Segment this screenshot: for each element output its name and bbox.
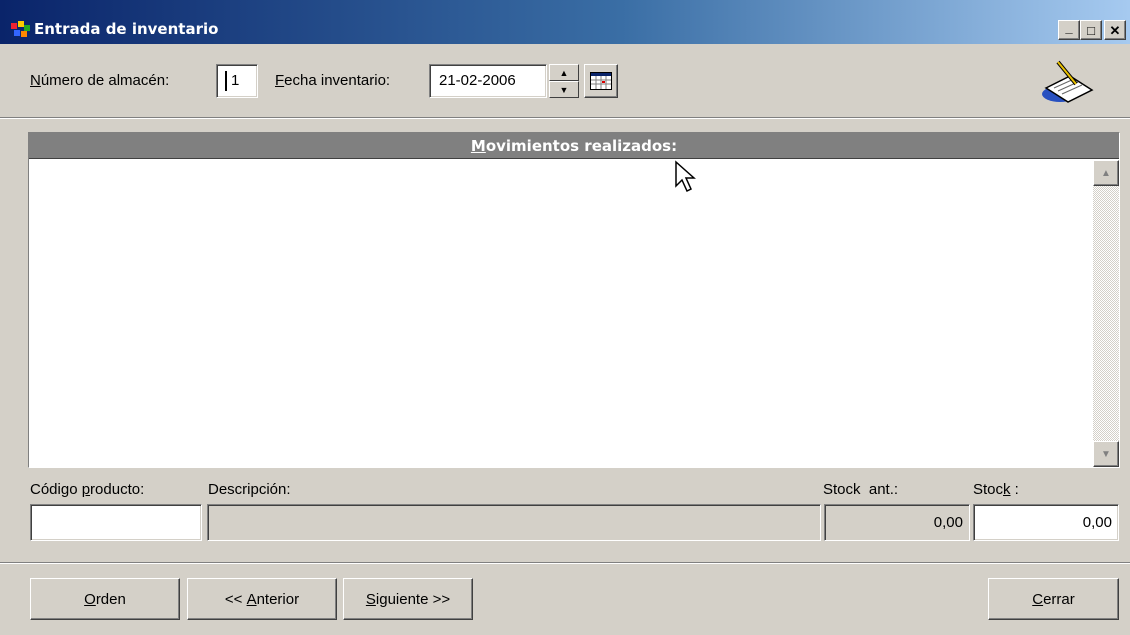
notepad-pen-icon — [1042, 60, 1094, 103]
previous-label-a: << — [224, 590, 247, 608]
stock-value: 0,00 — [1082, 514, 1112, 531]
stock-previous-field: 0,00 — [824, 504, 970, 541]
product-code-label-accel: p — [81, 481, 91, 498]
close-accel: C — [1032, 590, 1044, 608]
order-label: rden — [95, 590, 126, 608]
warehouse-label-accel: N — [30, 72, 41, 89]
stock-label-a: Stoc — [973, 481, 1004, 498]
calendar-icon — [590, 72, 612, 90]
inventory-date-label: Fecha inventario: — [275, 72, 390, 89]
warehouse-number-input[interactable]: 1 — [216, 64, 258, 98]
maximize-icon: □ — [1087, 22, 1095, 38]
product-code-label: Código producto: — [30, 481, 144, 498]
window-title: Entrada de inventario — [34, 20, 219, 38]
order-accel: O — [84, 590, 96, 608]
description-label: Descripción: — [208, 481, 291, 498]
next-accel: S — [365, 590, 376, 608]
close-window-button[interactable]: ✕ — [1104, 20, 1126, 40]
maximize-button[interactable]: □ — [1080, 20, 1102, 40]
spin-up-icon[interactable]: ▲ — [549, 64, 579, 81]
next-label: iguiente >> — [375, 590, 451, 608]
movements-list[interactable]: Movimientos realizados: ▲ ▼ — [28, 132, 1120, 468]
stock-label-accel: k — [1003, 481, 1011, 498]
header-separator — [0, 117, 1130, 119]
scroll-up-icon[interactable]: ▲ — [1093, 160, 1119, 186]
close-button[interactable]: Cerrar — [988, 578, 1119, 620]
movements-header-text: ovimientos realizados: — [485, 137, 678, 155]
app-icon — [11, 21, 30, 37]
product-code-input[interactable] — [30, 504, 202, 541]
spin-down-icon[interactable]: ▼ — [549, 81, 579, 98]
close-label: errar — [1043, 590, 1075, 608]
inventory-date-value: 21-02-2006 — [439, 72, 516, 89]
description-field — [207, 504, 821, 541]
stock-label: Stock : — [973, 481, 1019, 498]
minimize-icon: _ — [1065, 19, 1073, 35]
product-code-label-b: roducto: — [90, 481, 145, 498]
warehouse-number-value: 1 — [231, 72, 240, 89]
window-controls: _ □ ✕ — [1056, 20, 1126, 40]
previous-button[interactable]: << Anterior — [187, 578, 337, 620]
product-code-label-a: Código — [30, 481, 82, 498]
warehouse-label-text: úmero de almacén: — [40, 72, 170, 89]
minimize-button[interactable]: _ — [1058, 20, 1080, 40]
inventory-date-input[interactable]: 21-02-2006 — [429, 64, 547, 98]
previous-label-b: nterior — [256, 590, 300, 608]
order-button[interactable]: Orden — [30, 578, 180, 620]
stock-previous-value: 0,00 — [933, 514, 963, 531]
stock-label-b: : — [1010, 481, 1019, 498]
movements-header: Movimientos realizados: — [29, 133, 1119, 159]
title-bar: Entrada de inventario _ □ ✕ — [0, 0, 1130, 44]
previous-accel: A — [246, 590, 257, 608]
stock-previous-label: Stock ant.: — [823, 481, 899, 498]
date-label-text: echa inventario: — [284, 72, 391, 89]
text-caret — [225, 71, 227, 91]
scroll-down-icon[interactable]: ▼ — [1093, 441, 1119, 467]
date-spinner[interactable]: ▲ ▼ — [549, 64, 579, 98]
vertical-scrollbar[interactable]: ▲ ▼ — [1093, 160, 1119, 467]
movements-header-accel: M — [470, 137, 486, 155]
stock-input[interactable]: 0,00 — [973, 504, 1119, 541]
next-button[interactable]: Siguiente >> — [343, 578, 473, 620]
close-icon: ✕ — [1109, 22, 1121, 38]
mouse-cursor-icon — [675, 160, 696, 193]
date-label-accel: F — [275, 72, 285, 89]
footer-separator — [0, 562, 1130, 564]
calendar-button[interactable] — [584, 64, 618, 98]
warehouse-number-label: Número de almacén: — [30, 72, 169, 89]
